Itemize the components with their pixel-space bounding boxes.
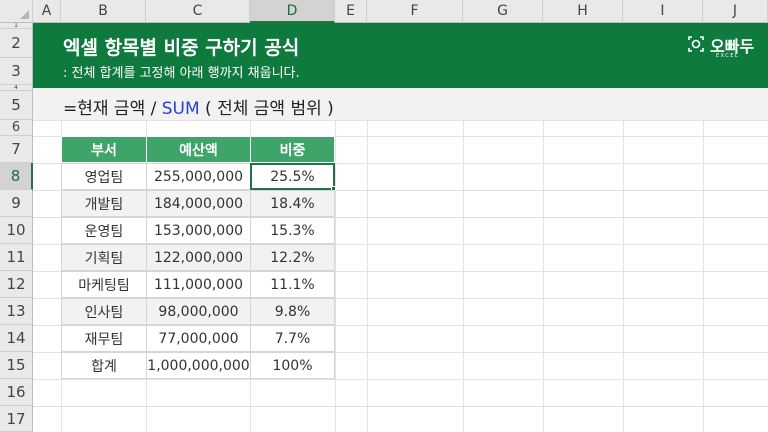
column-header-f[interactable]: F: [367, 0, 463, 23]
table-cell-budget[interactable]: 98,000,000: [146, 298, 251, 325]
row-header-3[interactable]: 3: [0, 58, 33, 85]
table-cell-dept[interactable]: 마케팅팀: [61, 271, 147, 298]
total-ratio-cell[interactable]: 100%: [250, 352, 335, 379]
row-header-9[interactable]: 9: [0, 190, 33, 217]
formula-suffix: ( 전체 금액 범위 ): [199, 99, 334, 119]
row-header-8[interactable]: 8: [0, 163, 33, 190]
header-cell-budget[interactable]: 예산액: [146, 136, 251, 163]
row-header-7[interactable]: 7: [0, 136, 33, 163]
total-label-cell[interactable]: 합계: [61, 352, 147, 379]
table-cell-budget[interactable]: 255,000,000: [146, 163, 251, 190]
formula-function: SUM: [161, 99, 200, 119]
logo-subtext: EXCEL: [716, 53, 740, 59]
logo-icon: [688, 36, 704, 52]
row-header-2[interactable]: 2: [0, 29, 33, 58]
table-cell-ratio[interactable]: 9.8%: [250, 298, 335, 325]
select-all-corner[interactable]: [0, 0, 33, 23]
row-header-5[interactable]: 5: [0, 91, 33, 120]
total-budget-cell[interactable]: 1,000,000,000: [146, 352, 251, 379]
column-header-b[interactable]: B: [61, 0, 146, 23]
row-header-13[interactable]: 13: [0, 298, 33, 325]
table-cell-ratio[interactable]: 11.1%: [250, 271, 335, 298]
row-header-14[interactable]: 14: [0, 325, 33, 352]
table-cell-dept[interactable]: 기획팀: [61, 244, 147, 271]
formula-prefix: =현재 금액 /: [63, 99, 162, 119]
grid-line: [33, 120, 768, 121]
table-cell-dept[interactable]: 재무팀: [61, 325, 147, 352]
table-cell-dept[interactable]: 개발팀: [61, 190, 147, 217]
brand-logo: 오빠두 EXCEL: [686, 33, 756, 61]
row-header-10[interactable]: 10: [0, 217, 33, 244]
table-cell-dept[interactable]: 영업팀: [61, 163, 147, 190]
column-header-g[interactable]: G: [463, 0, 543, 23]
column-header-a[interactable]: A: [33, 0, 61, 23]
column-header-d[interactable]: D: [250, 0, 335, 23]
row-header-17[interactable]: 17: [0, 406, 33, 432]
table-cell-ratio[interactable]: 18.4%: [250, 190, 335, 217]
column-header-j[interactable]: J: [703, 0, 768, 23]
table-cell-budget[interactable]: 111,000,000: [146, 271, 251, 298]
table-cell-ratio[interactable]: 12.2%: [250, 244, 335, 271]
table-cell-budget[interactable]: 153,000,000: [146, 217, 251, 244]
table-cell-dept[interactable]: 운영팀: [61, 217, 147, 244]
row-header-6[interactable]: 6: [0, 120, 33, 136]
column-header-h[interactable]: H: [543, 0, 623, 23]
table-cell-budget[interactable]: 184,000,000: [146, 190, 251, 217]
banner-title: 엑셀 항목별 비중 구하기 공식: [63, 37, 300, 59]
header-cell-ratio[interactable]: 비중: [250, 136, 335, 163]
header-cell-department[interactable]: 부서: [61, 136, 147, 163]
column-header-i[interactable]: I: [623, 0, 703, 23]
table-cell-budget[interactable]: 122,000,000: [146, 244, 251, 271]
column-header-c[interactable]: C: [146, 0, 250, 23]
active-cell-d8[interactable]: 25.5%: [250, 163, 335, 190]
table-cell-budget[interactable]: 77,000,000: [146, 325, 251, 352]
grid-line: [33, 406, 768, 407]
banner-subtitle: : 전체 합계를 고정해 아래 행까지 채웁니다.: [63, 66, 300, 81]
grid-line: [33, 379, 768, 380]
row-header-15[interactable]: 15: [0, 352, 33, 379]
row-header-11[interactable]: 11: [0, 244, 33, 271]
column-header-e[interactable]: E: [335, 0, 367, 23]
table-cell-ratio[interactable]: 15.3%: [250, 217, 335, 244]
spreadsheet-grid: A B C D E F G H I J 1 2 3 4 5 6 7 8 9 10…: [0, 0, 768, 432]
table-cell-ratio[interactable]: 7.7%: [250, 325, 335, 352]
formula-text: =현재 금액 / SUM ( 전체 금액 범위 ): [63, 94, 334, 119]
table-cell-dept[interactable]: 인사팀: [61, 298, 147, 325]
row-header-16[interactable]: 16: [0, 379, 33, 406]
row-header-12[interactable]: 12: [0, 271, 33, 298]
